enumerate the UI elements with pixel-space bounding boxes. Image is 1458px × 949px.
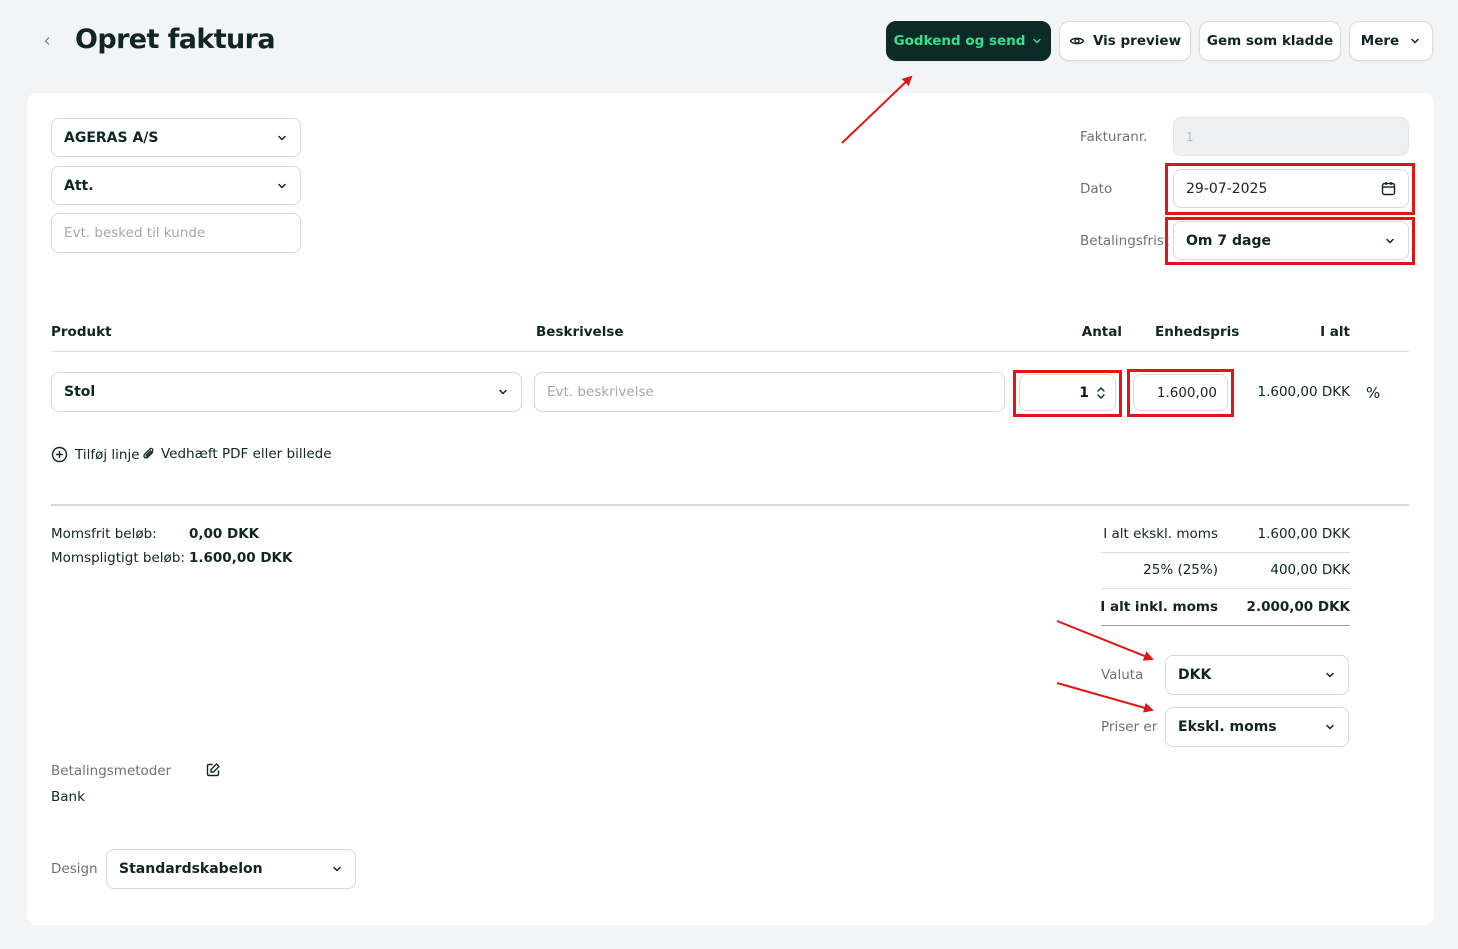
annotation-arrows (841, 75, 1154, 713)
annotation-arrow (1056, 620, 1154, 661)
annotation-arrow (841, 75, 913, 144)
annotation-arrow (1056, 682, 1154, 713)
